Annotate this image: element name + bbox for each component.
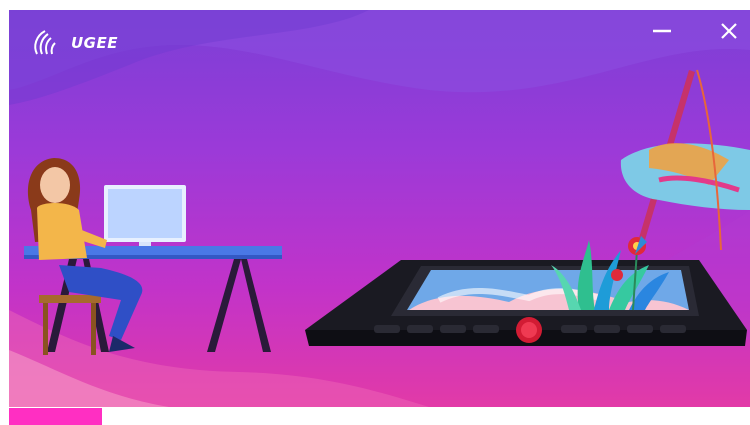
install-progress-fill [9,408,102,425]
hand-with-brush-illustration [620,69,750,254]
woman-at-desk-illustration [24,158,282,355]
hero-illustration [24,69,750,355]
pen-display-tablet-illustration [305,260,747,346]
install-progress-bar [9,408,750,425]
installer-window: UGEE [9,10,750,407]
